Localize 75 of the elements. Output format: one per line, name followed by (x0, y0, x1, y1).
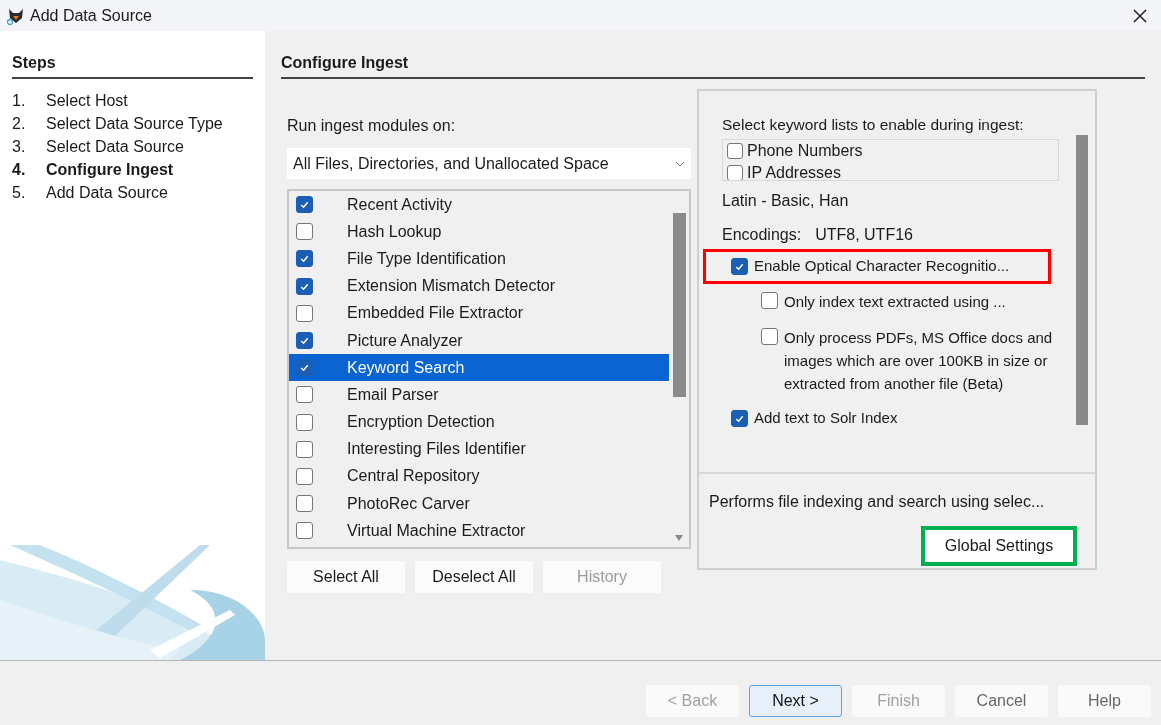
scope-dropdown[interactable]: All Files, Directories, and Unallocated Space (287, 148, 691, 179)
check-icon (734, 261, 745, 273)
scripts-text: Latin - Basic, Han (722, 191, 850, 212)
steps-heading: Steps (12, 51, 253, 79)
nav-button[interactable]: Help (1058, 685, 1151, 717)
checkbox[interactable] (727, 165, 743, 181)
field-label: Run ingest modules on: (287, 116, 457, 136)
list-button[interactable]: Select All (287, 561, 405, 593)
checkbox[interactable] (731, 258, 748, 276)
keyword-list-label: IP Addresses (747, 163, 841, 181)
module-row[interactable]: Virtual Machine Extractor (289, 517, 669, 545)
nav-button[interactable]: Next > (749, 685, 842, 717)
field-label: Select keyword lists to enable during ingest: (722, 115, 1025, 135)
step-label: Configure Ingest (46, 159, 174, 180)
list-button[interactable]: Deselect All (415, 561, 533, 593)
option-label: Only index text extracted using ... (784, 291, 1006, 312)
checkbox[interactable] (761, 328, 778, 346)
step-number: 2. (12, 113, 27, 134)
step-label: Select Data Source (46, 136, 184, 157)
scrollbar-thumb[interactable] (672, 213, 686, 397)
encodings-text: UTF8, UTF16 (815, 225, 913, 246)
checkbox[interactable] (295, 359, 313, 377)
check-icon (298, 199, 310, 211)
check-icon (298, 253, 310, 265)
module-description: Performs file indexing and search using selec... (709, 492, 1046, 512)
global-settings-button[interactable]: Global Settings (921, 526, 1077, 566)
step-label: Select Host (46, 90, 128, 111)
checkbox[interactable] (295, 196, 313, 214)
option-label: Enable Optical Character Recognitio... (754, 256, 1010, 277)
scroll-down-icon[interactable] (674, 535, 684, 541)
check-icon (734, 413, 745, 425)
window-title: Add Data Source (30, 5, 152, 26)
checkbox[interactable] (295, 495, 313, 513)
checkbox[interactable] (295, 413, 313, 431)
step-number: 4. (12, 159, 27, 180)
module-row[interactable]: Picture Analyzer (289, 326, 669, 355)
checkbox[interactable] (295, 522, 313, 540)
checkbox[interactable] (761, 291, 778, 309)
step-number: 3. (12, 136, 27, 157)
scrollbar-thumb[interactable] (1076, 135, 1088, 425)
close-icon[interactable] (1132, 7, 1148, 24)
nav-button[interactable]: Cancel (955, 685, 1048, 717)
module-row[interactable]: Keyword Search (289, 354, 669, 382)
step-label: Select Data Source Type (46, 113, 223, 134)
checkbox[interactable] (295, 332, 313, 350)
module-row[interactable]: Encryption Detection (289, 408, 669, 436)
module-row[interactable]: Central Repository (289, 462, 669, 491)
checkbox[interactable] (295, 386, 313, 404)
field-label: Encodings: (722, 225, 802, 246)
checkbox[interactable] (295, 467, 313, 485)
checkbox[interactable] (727, 143, 743, 160)
checkbox[interactable] (295, 250, 313, 268)
checkbox[interactable] (295, 277, 313, 295)
chevron-icon (675, 160, 685, 167)
step-number: 5. (12, 182, 27, 203)
keyword-list-label: Phone Numbers (747, 141, 863, 162)
checkbox[interactable] (295, 440, 313, 458)
check-icon (298, 335, 310, 347)
module-row[interactable]: File Type Identification (289, 245, 669, 273)
checkbox[interactable] (731, 410, 748, 428)
module-row[interactable]: Interesting Files Identifier (289, 435, 669, 463)
option-label: Only process PDFs, MS Office docs and images which are over 100KB in size or extracted from another file (Beta) (784, 328, 1054, 395)
check-icon (298, 362, 310, 374)
page-heading: Configure Ingest (281, 51, 1145, 79)
checkbox[interactable] (295, 304, 313, 322)
module-row[interactable]: PhotoRec Carver (289, 490, 669, 518)
checkbox[interactable] (295, 223, 313, 241)
module-row[interactable]: Email Parser (289, 381, 669, 409)
step-number: 1. (12, 90, 27, 111)
module-row[interactable]: Embedded File Extractor (289, 299, 669, 327)
option-label: Add text to Solr Index (754, 408, 898, 429)
module-row[interactable]: Extension Mismatch Detector (289, 272, 669, 300)
module-row[interactable]: Recent Activity (289, 191, 669, 219)
step-label: Add Data Source (46, 182, 168, 203)
module-row[interactable]: Hash Lookup (289, 218, 669, 246)
